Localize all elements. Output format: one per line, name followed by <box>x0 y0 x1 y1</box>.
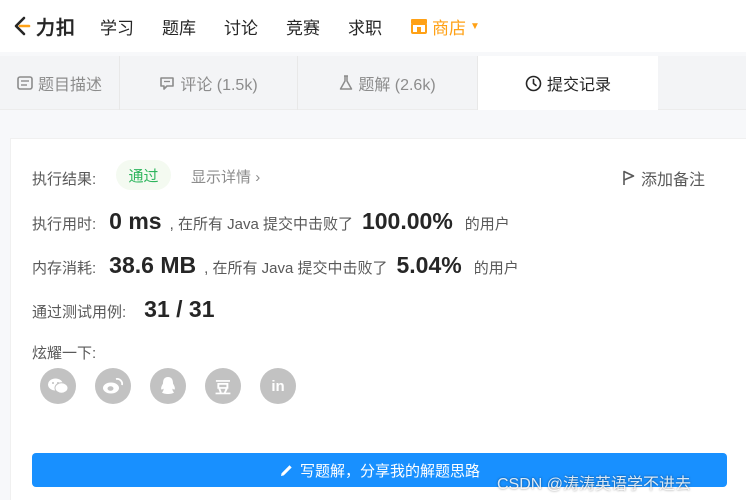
result-label: 执行结果: <box>32 171 97 188</box>
nav-item-contest[interactable]: 竞赛 <box>286 14 320 39</box>
qq-icon <box>161 377 175 394</box>
logo[interactable]: 力扣 <box>10 13 76 40</box>
pencil-icon <box>280 464 292 476</box>
result-row: 执行结果: <box>22 168 96 189</box>
leetcode-logo-icon <box>14 16 31 36</box>
tab-solutions[interactable]: 题解 (2.6k) <box>298 56 478 110</box>
memory-beat-text: , 在所有 Java 提交中击败了 <box>204 260 388 277</box>
runtime-percentile: 100.00% <box>361 208 453 234</box>
flask-icon <box>340 75 353 90</box>
share-label: 炫耀一下: <box>32 345 97 362</box>
tab-comments[interactable]: 评论 (1.5k) <box>120 56 298 110</box>
logo-text: 力扣 <box>36 17 77 39</box>
linkedin-share-button[interactable]: in <box>260 368 296 404</box>
runtime-suffix: 的用户 <box>464 216 510 233</box>
weibo-icon <box>103 378 123 394</box>
nav-menu: 学习 题库 讨论 竞赛 求职 商店 ▼ <box>100 14 508 39</box>
weibo-share-button[interactable] <box>95 368 131 404</box>
flag-icon <box>623 170 635 185</box>
store-icon <box>411 19 428 34</box>
douban-share-button[interactable]: 豆 <box>205 368 241 404</box>
tests-label: 通过测试用例: <box>32 304 127 321</box>
nav-item-learn[interactable]: 学习 <box>100 14 134 39</box>
share-row-label: 炫耀一下: <box>32 342 96 363</box>
tab-submissions[interactable]: 提交记录 <box>478 56 658 110</box>
watermark: CSDN @涛涛英语学不进去 <box>497 476 692 493</box>
qq-share-button[interactable] <box>150 368 186 404</box>
clock-icon <box>525 75 542 91</box>
nav-item-discuss[interactable]: 讨论 <box>224 14 258 39</box>
add-note-label: 添加备注 <box>641 172 706 189</box>
problem-tabs: 题目描述 评论 (1.5k) 题解 (2.6k) 提交记录 <box>0 56 746 110</box>
chevron-right-icon: › <box>255 169 261 186</box>
memory-row: 内存消耗: 38.6 MB , 在所有 Java 提交中击败了 5.04% 的用… <box>32 252 519 279</box>
memory-label: 内存消耗: <box>32 260 97 277</box>
memory-value: 38.6 MB <box>109 252 197 278</box>
nav-item-store[interactable]: 商店 ▼ <box>410 14 480 39</box>
tab-label: 提交记录 <box>546 77 611 94</box>
douban-icon: 豆 <box>214 380 231 397</box>
runtime-row: 执行用时: 0 ms , 在所有 Java 提交中击败了 100.00% 的用户 <box>32 208 510 235</box>
memory-suffix: 的用户 <box>473 260 519 277</box>
top-nav: 力扣 学习 题库 讨论 竞赛 求职 商店 ▼ <box>0 0 746 52</box>
tab-description[interactable]: 题目描述 <box>0 56 120 110</box>
tab-label: 题解 (2.6k) <box>358 77 436 94</box>
tests-row: 通过测试用例: 31 / 31 <box>32 296 215 323</box>
tab-label: 评论 (1.5k) <box>180 77 258 94</box>
write-solution-label: 写题解，分享我的解题思路 <box>299 462 480 480</box>
memory-percentile: 5.04% <box>396 252 462 278</box>
comment-icon <box>160 76 175 90</box>
status-badge: 通过 <box>116 160 171 190</box>
runtime-label: 执行用时: <box>32 216 97 233</box>
chevron-down-icon: ▼ <box>470 20 480 32</box>
description-icon <box>17 76 33 90</box>
tests-value: 31 / 31 <box>144 296 215 322</box>
wechat-icon <box>48 378 69 394</box>
show-details-link[interactable]: 显示详情 › <box>191 166 260 187</box>
runtime-value: 0 ms <box>109 208 162 234</box>
nav-item-jobs[interactable]: 求职 <box>348 14 382 39</box>
show-details-label: 显示详情 <box>191 169 252 186</box>
store-label: 商店 <box>432 18 467 38</box>
nav-item-problems[interactable]: 题库 <box>162 14 196 39</box>
runtime-beat-text: , 在所有 Java 提交中击败了 <box>169 216 353 233</box>
share-buttons: 豆 in <box>40 368 315 404</box>
linkedin-icon: in <box>271 377 285 395</box>
add-note-button[interactable]: 添加备注 <box>622 166 705 190</box>
wechat-share-button[interactable] <box>40 368 76 404</box>
tab-label: 题目描述 <box>37 77 102 94</box>
